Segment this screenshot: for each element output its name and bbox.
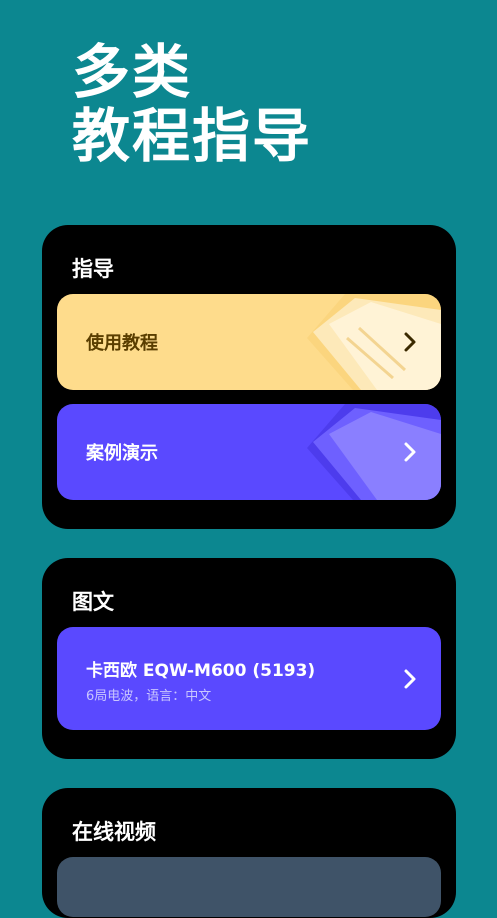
tutorial-button[interactable]: 使用教程 <box>57 294 441 390</box>
guide-card: 指导 使用教程 案例演示 <box>42 225 456 529</box>
case-demo-label: 案例演示 <box>86 443 158 464</box>
case-demo-button[interactable]: 案例演示 <box>57 404 441 500</box>
watch-manual-item[interactable]: 卡西欧 EQW-M600 (5193) 6局电波，语言：中文 <box>57 627 441 730</box>
hero-line-1: 多类 <box>72 38 193 106</box>
guide-section-title: 指导 <box>72 257 114 281</box>
video-item[interactable] <box>57 857 441 917</box>
video-card: 在线视频 <box>42 788 456 918</box>
tutorial-label: 使用教程 <box>86 333 158 354</box>
graphic-card: 图文 卡西欧 EQW-M600 (5193) 6局电波，语言：中文 <box>42 558 456 759</box>
chevron-right-icon <box>404 669 416 689</box>
graphic-section-title: 图文 <box>72 590 114 614</box>
chevron-right-icon <box>404 332 416 352</box>
watch-manual-subtitle: 6局电波，语言：中文 <box>86 689 212 704</box>
hero-title: 多类 教程指导 <box>72 40 312 168</box>
hero-line-2: 教程指导 <box>72 102 313 170</box>
chevron-right-icon <box>404 442 416 462</box>
paper-stack-icon <box>307 404 441 500</box>
watch-manual-title: 卡西欧 EQW-M600 (5193) <box>86 661 316 681</box>
paper-stack-icon <box>307 294 441 390</box>
video-section-title: 在线视频 <box>72 820 156 844</box>
